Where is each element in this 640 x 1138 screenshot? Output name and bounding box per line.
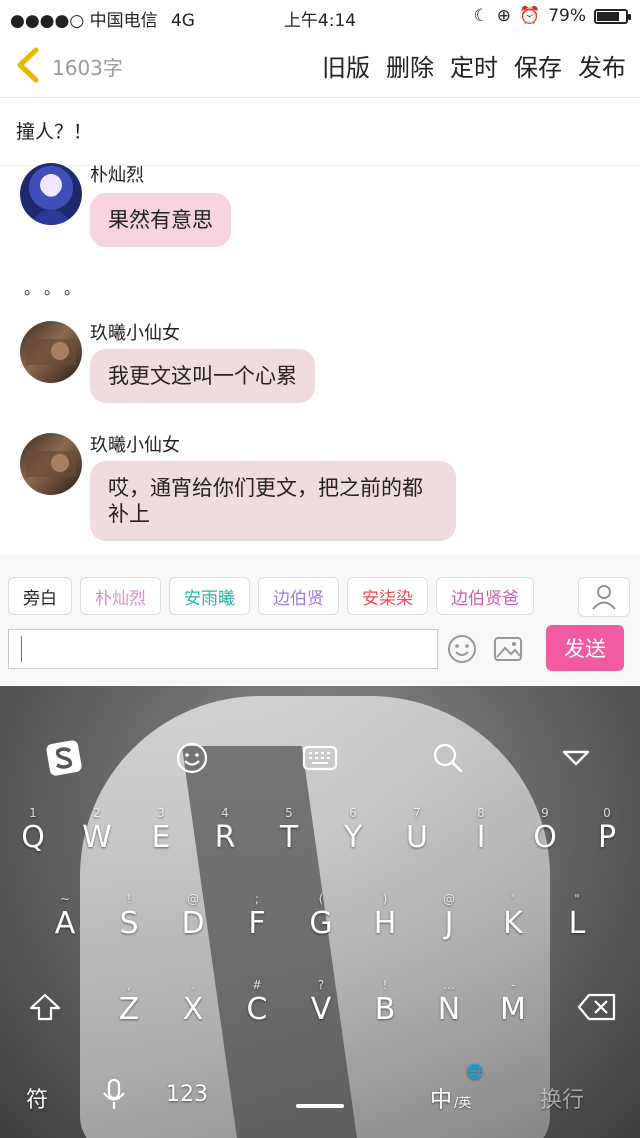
sogou-logo-icon[interactable]	[44, 738, 84, 778]
character-chip[interactable]: 安柒染	[347, 577, 428, 615]
person-icon	[592, 585, 616, 610]
character-chip[interactable]: 朴灿烈	[80, 577, 161, 615]
rotation-lock-icon: ⊕	[496, 6, 512, 26]
backspace-icon	[577, 993, 616, 1021]
status-bar: ●●●●○ 中国电信 4G 上午4:14 ☾ ⊕ ⏰ 79%	[0, 0, 640, 34]
key-c[interactable]: # C	[226, 978, 288, 1027]
avatar-portrait-icon	[26, 339, 76, 365]
key-r[interactable]: 4R	[194, 806, 256, 855]
key-g[interactable]: (G	[290, 892, 352, 941]
microphone-icon[interactable]	[100, 1078, 128, 1112]
key-e[interactable]: 3E	[130, 806, 192, 855]
image-icon[interactable]	[492, 633, 524, 665]
key-d[interactable]: @ D	[162, 892, 224, 941]
key-f[interactable]: ; F	[226, 892, 288, 941]
key-k[interactable]: ' K	[482, 892, 544, 941]
word-count: 1603字	[52, 56, 123, 80]
delete-button[interactable]: 删除	[386, 48, 434, 83]
key-q[interactable]: 1Q	[2, 806, 64, 855]
character-selector: 旁白 朴灿烈 安雨曦 边伯贤 安柒染 边伯贤爸	[8, 577, 534, 615]
message-bubble: 哎，通宵给你们更文，把之前的都 补上	[90, 461, 456, 541]
backspace-key[interactable]	[566, 992, 628, 1030]
key-l[interactable]: " L	[546, 892, 608, 941]
battery-text: 79%	[548, 6, 586, 26]
key-n[interactable]: … N	[418, 978, 480, 1027]
key-b[interactable]: ! B	[354, 978, 416, 1027]
emoji-icon[interactable]	[446, 633, 478, 665]
publish-button[interactable]: 发布	[578, 48, 626, 83]
key-i[interactable]: 8I	[450, 806, 512, 855]
key-y[interactable]: 6Y	[322, 806, 384, 855]
battery-icon	[594, 8, 631, 24]
text-caret	[21, 636, 22, 662]
shift-key[interactable]	[14, 992, 76, 1030]
message-input[interactable]	[8, 629, 438, 669]
avatar	[20, 163, 82, 225]
save-button[interactable]: 保存	[514, 48, 562, 83]
shift-arrow-icon	[29, 993, 61, 1021]
hide-keyboard-icon[interactable]	[556, 738, 596, 778]
emoji-keyboard-icon[interactable]	[172, 738, 212, 778]
send-button[interactable]: 发送	[546, 625, 624, 671]
key-p[interactable]: 0P	[576, 806, 638, 855]
symbol-key[interactable]: 符	[26, 1082, 48, 1114]
keyboard: 1Q 2W 3E 4R 5T 6Y 7U 8I 9O 0P ~ A ! S @ D ;…	[0, 686, 640, 1138]
character-chip-narrator[interactable]: 旁白	[8, 577, 72, 615]
globe-icon: 🌐	[466, 1064, 484, 1080]
alarm-icon: ⏰	[519, 6, 541, 26]
space-bar[interactable]	[296, 1104, 344, 1108]
key-o[interactable]: 9O	[514, 806, 576, 855]
sender-name: 朴灿烈	[90, 165, 144, 186]
key-u[interactable]: 7U	[386, 806, 448, 855]
character-chip[interactable]: 安雨曦	[169, 577, 250, 615]
narration-text: 撞人？！	[16, 121, 93, 143]
composer-panel: 旁白 朴灿烈 安雨曦 边伯贤 安柒染 边伯贤爸 发送	[0, 555, 640, 685]
key-h[interactable]: ) H	[354, 892, 416, 941]
enter-key[interactable]: 换行	[540, 1082, 584, 1114]
back-chevron-icon[interactable]	[14, 46, 42, 84]
key-m[interactable]: -M	[482, 978, 544, 1027]
keyboard-switch-icon[interactable]	[300, 738, 340, 778]
story-content[interactable]: 撞人？！ 朴灿烈 果然有意思 。。。 玖曦小仙女 我更文这叫一个心累 玖曦小仙女…	[0, 99, 640, 555]
avatar-portrait-icon	[30, 174, 72, 225]
message-bubble: 果然有意思	[90, 193, 231, 247]
message-bubble: 我更文这叫一个心累	[90, 349, 315, 403]
schedule-button[interactable]: 定时	[450, 48, 498, 83]
add-character-button[interactable]	[578, 577, 630, 617]
key-s[interactable]: ! S	[98, 892, 160, 941]
number-key[interactable]: 123	[166, 1082, 208, 1107]
avatar	[20, 321, 82, 383]
message-line: 补上	[108, 502, 150, 526]
key-w[interactable]: 2W	[66, 806, 128, 855]
search-icon[interactable]	[428, 738, 468, 778]
ellipsis-text: 。。。	[24, 279, 93, 298]
editor-toolbar: 1603字 旧版 删除 定时 保存 发布	[0, 34, 640, 98]
sender-name: 玖曦小仙女	[90, 323, 180, 344]
moon-icon: ☾	[473, 6, 489, 26]
sender-name: 玖曦小仙女	[90, 435, 180, 456]
key-v[interactable]: ? V	[290, 978, 352, 1027]
character-chip[interactable]: 边伯贤爸	[436, 577, 534, 615]
old-version-button[interactable]: 旧版	[322, 48, 370, 83]
character-chip[interactable]: 边伯贤	[258, 577, 339, 615]
key-t[interactable]: 5T	[258, 806, 320, 855]
avatar-portrait-icon	[26, 451, 76, 477]
toolbar-actions: 旧版 删除 定时 保存 发布	[322, 48, 626, 83]
message-line: 哎，通宵给你们更文，把之前的都	[108, 476, 423, 500]
avatar	[20, 433, 82, 495]
key-x[interactable]: .X	[162, 978, 224, 1027]
key-j[interactable]: @ J	[418, 892, 480, 941]
key-a[interactable]: ~ A	[34, 892, 96, 941]
key-z[interactable]: ,Z	[98, 978, 160, 1027]
